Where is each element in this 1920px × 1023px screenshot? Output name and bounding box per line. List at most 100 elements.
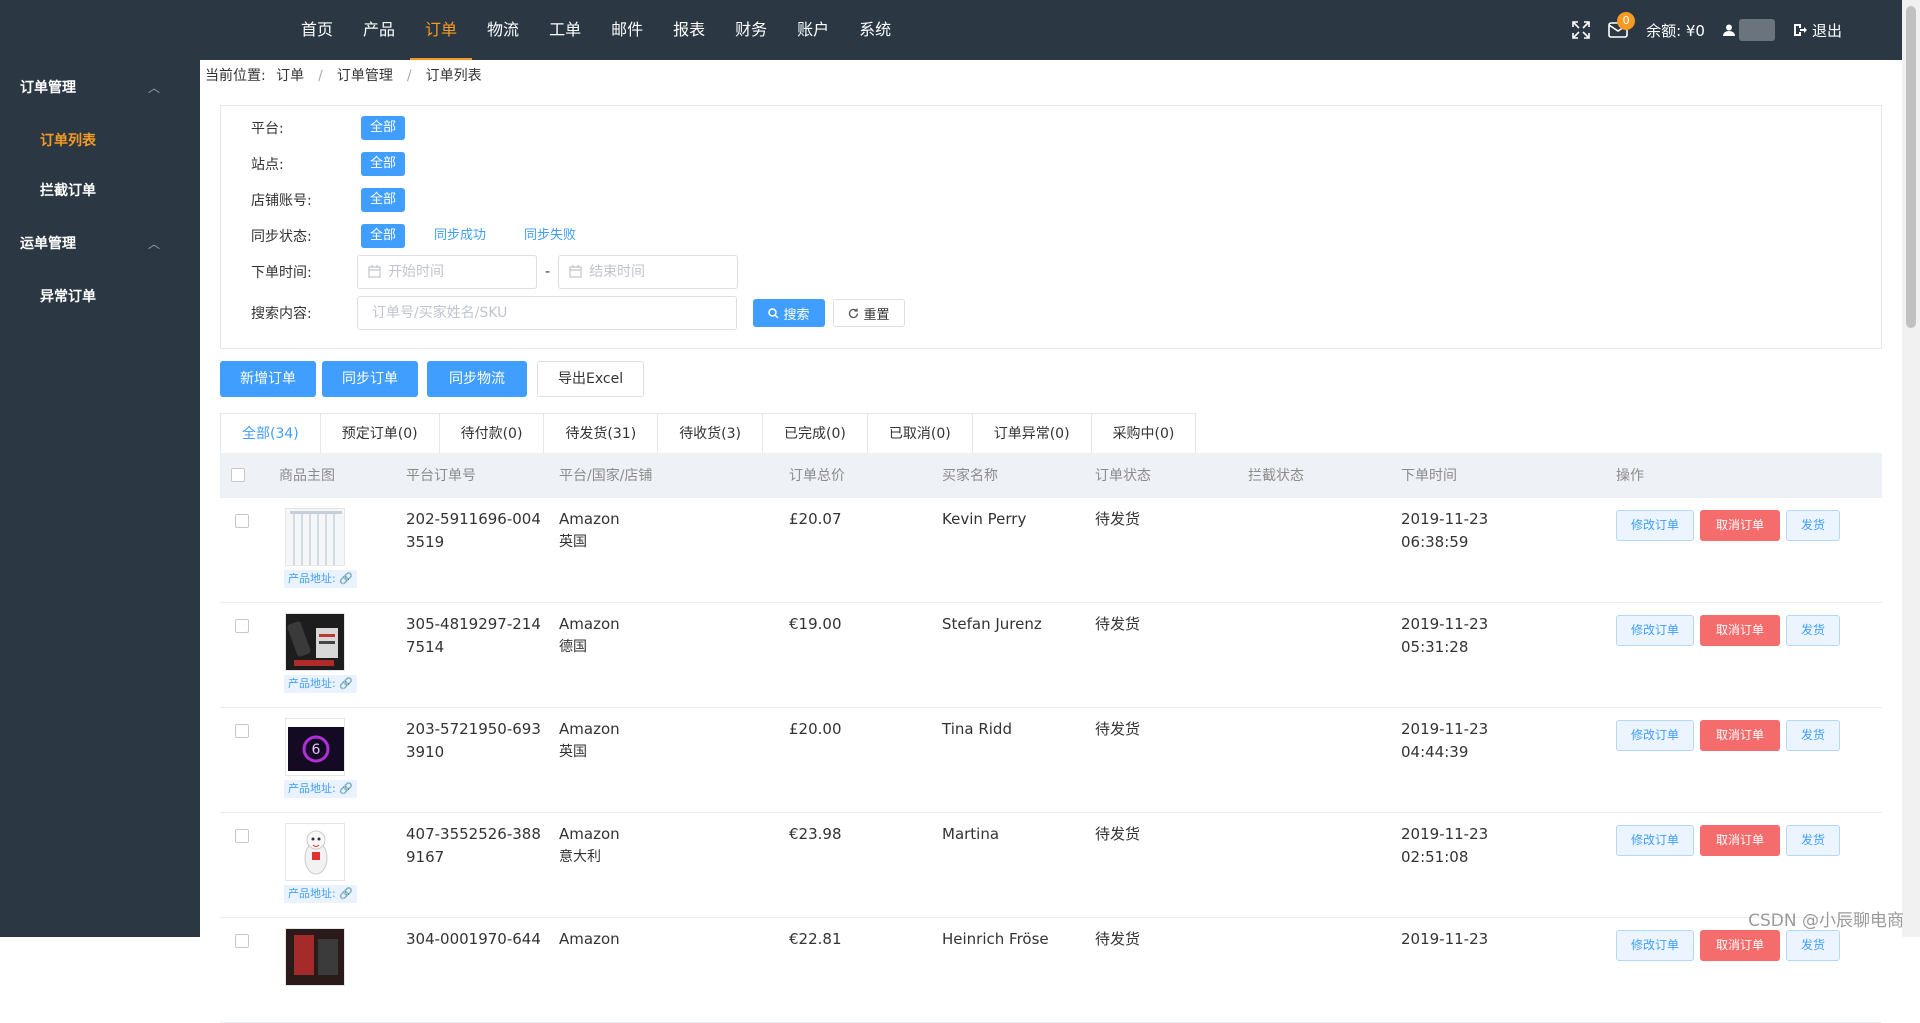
add-order-button[interactable]: 新增订单 — [220, 361, 316, 397]
cancel-order-button[interactable]: 取消订单 — [1700, 930, 1781, 961]
search-input[interactable]: 订单号/买家姓名/SKU — [357, 296, 737, 330]
buyer-name: Martina — [942, 825, 1000, 843]
breadcrumb-prefix: 当前位置: — [205, 68, 266, 84]
header-image: 商品主图 — [279, 468, 335, 484]
sync-orders-button[interactable]: 同步订单 — [322, 361, 418, 397]
breadcrumb-item[interactable]: 订单 — [276, 68, 304, 84]
end-date-input[interactable]: 结束时间 — [558, 255, 739, 289]
date-range-separator: - — [545, 264, 551, 280]
product-link[interactable]: 产品地址: 🔗 — [284, 780, 357, 798]
logout-button[interactable]: 退出 — [1793, 20, 1842, 41]
tab-reserved[interactable]: 预定订单(0) — [320, 414, 440, 454]
user-menu[interactable]: s — [1722, 19, 1775, 41]
cancel-order-button[interactable]: 取消订单 — [1700, 510, 1781, 541]
nav-account[interactable]: 账户 — [782, 0, 844, 60]
tab-exception[interactable]: 订单异常(0) — [972, 414, 1092, 454]
sync-fail-tag[interactable]: 同步失败 — [515, 224, 585, 248]
edit-order-button[interactable]: 修改订单 — [1616, 615, 1695, 646]
ship-button[interactable]: 发货 — [1786, 930, 1841, 961]
nav-orders[interactable]: 订单 — [410, 0, 473, 60]
user-icon — [1722, 24, 1735, 36]
product-link[interactable]: 产品地址: 🔗 — [284, 885, 357, 903]
reset-button[interactable]: 重置 — [833, 299, 905, 327]
platform-all-tag[interactable]: 全部 — [361, 116, 406, 140]
nav-finance[interactable]: 财务 — [720, 0, 782, 60]
tab-to-receive[interactable]: 待收货(3) — [658, 414, 764, 454]
nav-system[interactable]: 系统 — [844, 0, 906, 60]
nav-products[interactable]: 产品 — [348, 0, 410, 60]
mail-icon[interactable]: 0 — [1608, 12, 1636, 38]
sidebar-group-label: 运单管理 — [20, 236, 76, 252]
header-status: 订单状态 — [1095, 468, 1151, 484]
chevron-up-icon: ︿ — [147, 81, 160, 95]
order-total: £20.07 — [789, 510, 842, 528]
breadcrumb-item[interactable]: 订单管理 — [337, 68, 393, 84]
product-image[interactable]: 6 — [285, 718, 345, 776]
sidebar-group-order-management[interactable]: 订单管理 ︿ — [0, 60, 200, 116]
link-icon: 🔗 — [339, 782, 353, 795]
filter-label: 店铺账号: — [251, 193, 312, 209]
product-link[interactable]: 产品地址: 🔗 — [284, 675, 357, 693]
export-excel-button[interactable]: 导出Excel — [537, 361, 645, 397]
order-number: 203-5721950-6933910 — [406, 720, 541, 761]
sync-success-tag[interactable]: 同步成功 — [425, 224, 495, 248]
nav-mail[interactable]: 邮件 — [596, 0, 658, 60]
start-date-input[interactable]: 开始时间 — [357, 255, 537, 289]
product-thumbnail-cell: 产品地址: 🔗 — [284, 823, 357, 904]
watermark: CSDN @小辰聊电商 — [1748, 911, 1904, 931]
cancel-order-button[interactable]: 取消订单 — [1700, 615, 1781, 646]
fullscreen-icon[interactable] — [1572, 21, 1590, 39]
shop-all-tag[interactable]: 全部 — [361, 188, 406, 212]
ship-button[interactable]: 发货 — [1786, 510, 1841, 541]
row-checkbox[interactable] — [235, 724, 249, 738]
order-status: 待发货 — [1095, 615, 1141, 633]
ship-button[interactable]: 发货 — [1786, 825, 1841, 856]
buyer-name: Tina Ridd — [942, 720, 1012, 738]
edit-order-button[interactable]: 修改订单 — [1616, 510, 1695, 541]
search-button[interactable]: 搜索 — [753, 299, 825, 327]
product-image[interactable] — [285, 613, 345, 671]
svg-text:6: 6 — [312, 742, 321, 758]
cancel-order-button[interactable]: 取消订单 — [1700, 720, 1781, 751]
row-checkbox[interactable] — [235, 619, 249, 633]
product-image[interactable] — [285, 823, 345, 881]
tab-completed[interactable]: 已完成(0) — [763, 414, 868, 454]
product-link[interactable]: 产品地址: 🔗 — [284, 570, 357, 588]
row-checkbox[interactable] — [235, 514, 249, 528]
scrollbar-thumb[interactable] — [1906, 6, 1916, 328]
sync-logistics-button[interactable]: 同步物流 — [427, 361, 527, 397]
row-checkbox[interactable] — [235, 829, 249, 843]
tab-cancelled[interactable]: 已取消(0) — [867, 414, 973, 454]
nav-reports[interactable]: 报表 — [658, 0, 720, 60]
edit-order-button[interactable]: 修改订单 — [1616, 825, 1695, 856]
order-number: 304-0001970-644 — [406, 930, 541, 948]
search-button-label: 搜索 — [783, 307, 810, 323]
chevron-up-icon: ︿ — [147, 237, 160, 251]
nav-logistics[interactable]: 物流 — [472, 0, 534, 60]
edit-order-button[interactable]: 修改订单 — [1616, 720, 1695, 751]
sidebar: 订单管理 ︿ 订单列表 拦截订单 运单管理 ︿ 异常订单 — [0, 60, 200, 937]
order-status: 待发货 — [1095, 825, 1141, 843]
header-time: 下单时间 — [1401, 468, 1457, 484]
tab-all[interactable]: 全部(34) — [221, 414, 321, 454]
page-scrollbar[interactable] — [1902, 0, 1920, 937]
tab-purchasing[interactable]: 采购中(0) — [1091, 414, 1196, 454]
nav-home[interactable]: 首页 — [286, 0, 348, 60]
nav-tickets[interactable]: 工单 — [534, 0, 596, 60]
header-intercept: 拦截状态 — [1248, 468, 1304, 484]
site-all-tag[interactable]: 全部 — [361, 152, 406, 176]
cancel-order-button[interactable]: 取消订单 — [1700, 825, 1781, 856]
sidebar-group-waybill-management[interactable]: 运单管理 ︿ — [0, 216, 200, 272]
sidebar-item-order-list[interactable]: 订单列表 — [0, 116, 200, 166]
edit-order-button[interactable]: 修改订单 — [1616, 930, 1695, 961]
tab-to-ship[interactable]: 待发货(31) — [544, 414, 659, 454]
ship-button[interactable]: 发货 — [1786, 615, 1841, 646]
select-all-checkbox[interactable] — [231, 468, 245, 482]
ship-button[interactable]: 发货 — [1786, 720, 1841, 751]
tab-unpaid[interactable]: 待付款(0) — [439, 414, 545, 454]
sync-all-tag[interactable]: 全部 — [361, 224, 406, 248]
product-image[interactable] — [285, 508, 345, 566]
sidebar-item-abnormal-orders[interactable]: 异常订单 — [0, 272, 200, 322]
sidebar-item-intercepted-orders[interactable]: 拦截订单 — [0, 166, 200, 216]
row-checkbox[interactable] — [235, 934, 249, 948]
